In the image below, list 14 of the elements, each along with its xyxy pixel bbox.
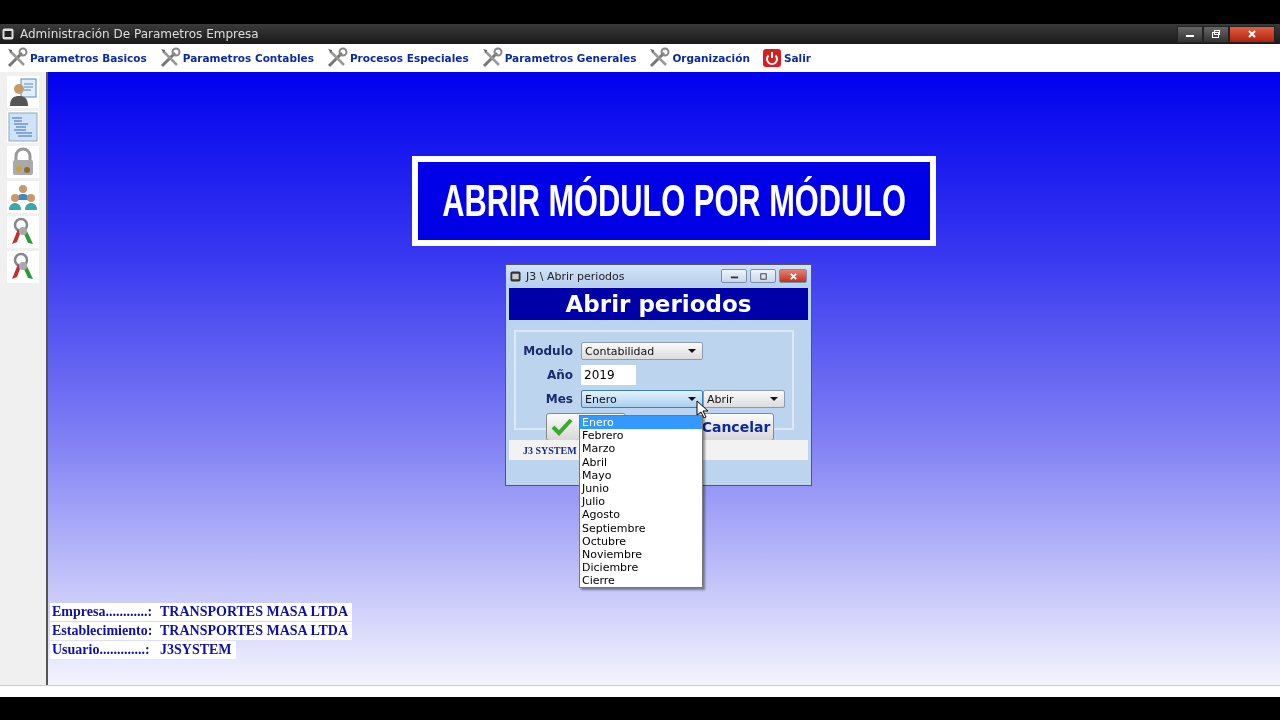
window-title: Administración De Parametros Empresa [20, 27, 259, 41]
info-value: J3SYSTEM [160, 642, 232, 658]
info-label: Empresa............: [52, 604, 154, 620]
info-value: TRANSPORTES MASA LTDA [160, 604, 349, 620]
info-label: Usuario.............: [52, 642, 151, 658]
field-label: Modulo [522, 344, 574, 358]
info-label: Establecimiento: [52, 623, 154, 639]
field-label: Año [545, 368, 574, 382]
field-label: Mes [544, 392, 574, 406]
status-text: J3 SYSTEM [523, 444, 577, 456]
dialog-title: J3 \ Abrir periodos [526, 269, 625, 283]
dialog-heading: Abrir periodos [509, 288, 808, 320]
banner-title: ABRIR MÓDULO POR MÓDULO [412, 156, 936, 246]
info-value: TRANSPORTES MASA LTDA [160, 623, 349, 639]
